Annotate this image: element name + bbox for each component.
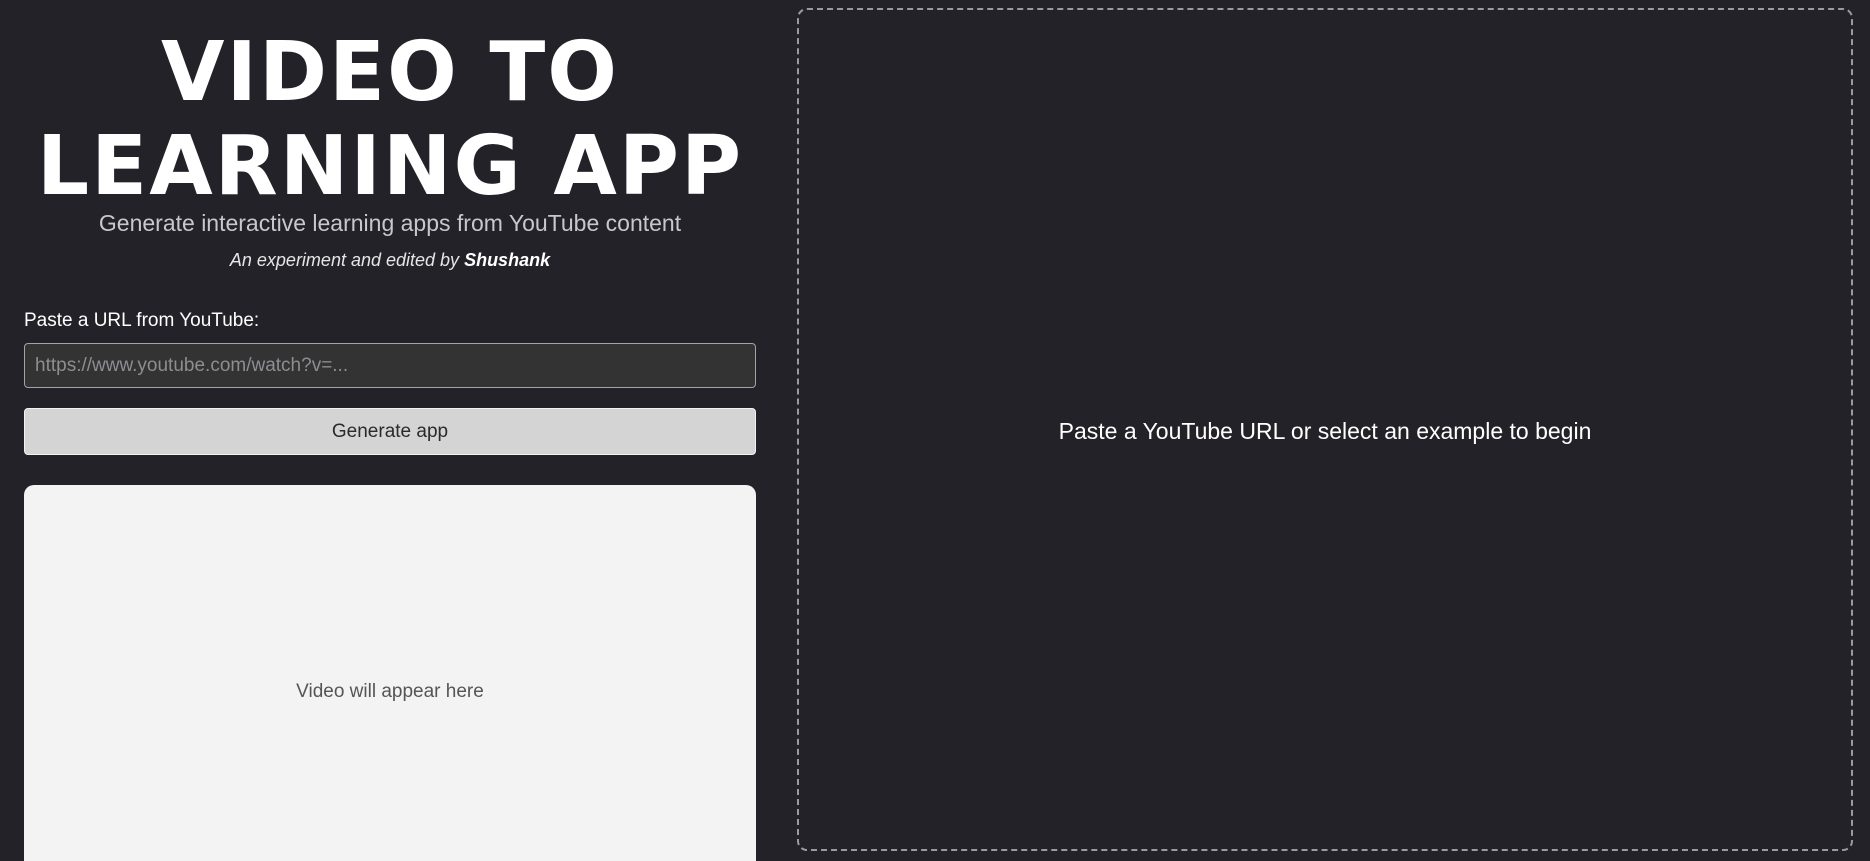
video-player-area: Video will appear here	[24, 485, 756, 861]
app-title: VIDEO TO LEARNING APP	[24, 26, 756, 214]
app-subtitle: Generate interactive learning apps from …	[98, 210, 682, 236]
app-title-line2: LEARNING APP	[36, 119, 744, 214]
output-placeholder-text: Paste a YouTube URL or select an example…	[1058, 418, 1592, 444]
app-page: VIDEO TO LEARNING APP Generate interacti…	[0, 0, 1870, 861]
generate-app-button[interactable]: Generate app	[24, 408, 756, 455]
app-title-line1: VIDEO TO	[161, 25, 619, 120]
credit-line: An experiment and edited by Shushank	[24, 248, 756, 272]
app-output-panel: Paste a YouTube URL or select an example…	[797, 8, 1853, 851]
youtube-url-input[interactable]	[24, 343, 756, 388]
credit-prefix: An experiment and edited by	[229, 250, 460, 270]
url-label: Paste a URL from YouTube:	[24, 310, 260, 331]
left-panel: VIDEO TO LEARNING APP Generate interacti…	[24, 0, 756, 861]
video-placeholder-text: Video will appear here	[296, 681, 484, 702]
credit-name: Shushank	[464, 250, 551, 270]
